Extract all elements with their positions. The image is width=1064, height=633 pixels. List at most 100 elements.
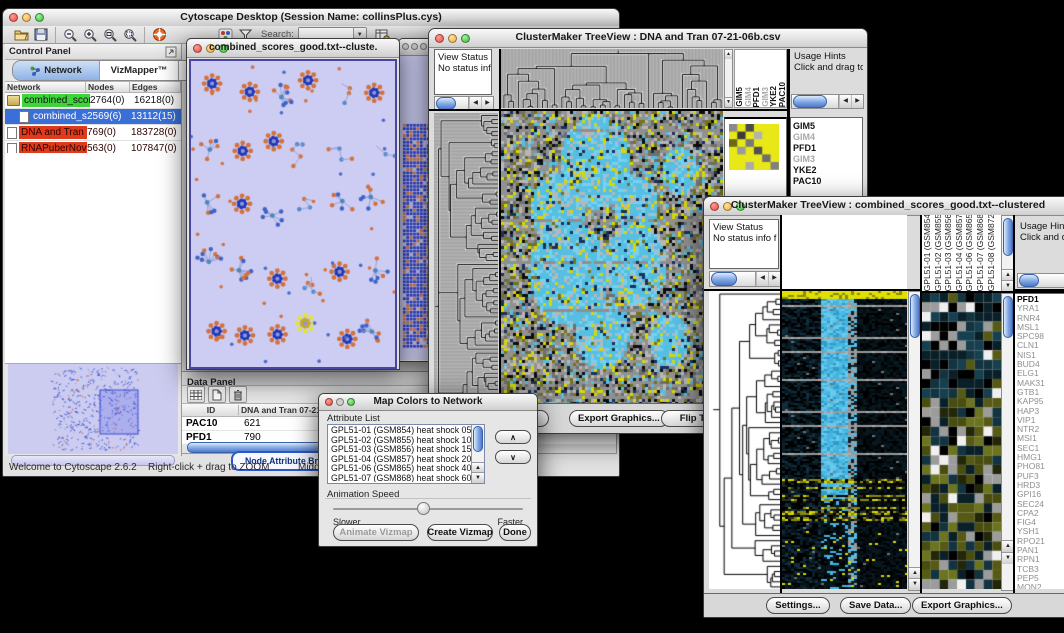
tv2-column-label[interactable]: GPL51-08 (GSM872) [986,215,997,291]
tv2-status-scrollbar[interactable]: ◀▶ [709,271,781,287]
scroll-left-icon[interactable]: ◀ [756,272,768,286]
col-edges[interactable]: Edges [129,82,180,92]
tv2-row-dendrogram[interactable] [709,291,780,589]
tv2-button-2[interactable]: Save Data... [840,597,911,614]
scroll-down-icon[interactable]: ▼ [472,472,484,483]
tv1-col-scrollbar[interactable]: ▲ ▼ [724,49,733,108]
attribute-list-item[interactable]: GPL51-04 (GSM857) heat shock 20 min [329,455,471,465]
move-down-button[interactable]: ∨ [495,450,531,464]
tv1-column-label[interactable]: GIM5 [735,87,744,107]
speed-slider-thumb[interactable] [417,502,430,515]
view-status-label: View Status [713,222,763,233]
network-row[interactable]: combined_sco2569(6)13112(15) [5,109,181,125]
tv1-row-label[interactable]: GIM5 [791,121,862,132]
tv2-zoom-heatmap[interactable] [922,293,1001,589]
tv2-column-label[interactable]: GPL51-04 (GSM857) [954,215,965,291]
attribute-list-scrollbar[interactable]: ▲ ▼ [471,425,484,483]
zoom-window-icon[interactable] [420,43,427,50]
tv2-usage-scrollbar[interactable] [1017,273,1064,288]
background-network-window[interactable] [398,38,432,362]
tv1-row-label[interactable]: PFD1 [791,143,862,154]
tv2-column-tree-area [782,215,907,291]
network-row[interactable]: DNA and Tran 07769(0)183728(0) [5,125,181,141]
create-vizmap-label: Create Vizmap [427,527,492,538]
close-icon[interactable] [9,13,18,22]
col-nodes[interactable]: Nodes [85,82,129,92]
tv1-heatmap[interactable] [501,111,723,403]
network-graph-canvas[interactable] [189,59,397,369]
tv2-column-label[interactable]: GPL51-01 (GSM854) [922,215,933,291]
tv1-column-dendrogram[interactable] [501,49,723,108]
tv2-heatmap[interactable] [782,291,907,589]
tv1-column-label[interactable]: GIM4 [744,87,753,107]
tv1-row-label[interactable]: YKE2 [791,165,862,176]
tab-network-label: Network [44,65,81,76]
col-network[interactable]: Network [5,82,85,92]
close-icon[interactable] [325,398,333,406]
attribute-list-item[interactable]: GPL51-07 (GSM868) heat shock 60 min [329,474,471,482]
attribute-list-item[interactable]: GPL51-06 (GSM865) heat shock 40 min [329,464,471,474]
open-file-button[interactable] [11,26,31,44]
tv1-column-label[interactable]: YKE2 [769,86,778,107]
close-icon[interactable] [193,44,202,53]
attribute-table-icon[interactable] [187,386,205,403]
tv2-column-label[interactable]: GPL51-02 (GSM855) [933,215,944,291]
view-status-text: No status info f [438,63,491,74]
tv2-button-1[interactable]: Settings... [766,597,830,614]
col-id[interactable]: ID [182,405,238,415]
zoom-selected-button[interactable] [120,26,140,44]
control-panel-title: Control Panel [9,46,71,57]
attribute-listbox[interactable]: GPL51-01 (GSM854) heat shock 05 minGPL51… [327,424,485,484]
scroll-right-icon[interactable]: ▶ [768,272,780,286]
usage-hints-label: Usage Hints [1020,221,1064,232]
tv2-column-label[interactable]: GPL51-06 (GSM865) [964,215,975,291]
tv1-row-label[interactable]: GIM4 [791,132,862,143]
tv1-usage-scrollbar[interactable]: ◀▶ [791,94,864,109]
scroll-up-icon[interactable]: ▲ [725,50,732,59]
scroll-left-icon[interactable]: ◀ [839,95,851,108]
scroll-down-icon[interactable]: ▼ [725,97,732,107]
background-network-canvas[interactable] [400,56,430,360]
tv2-column-label[interactable]: GPL51-07 (GSM868) [975,215,986,291]
tv1-column-label[interactable]: PFD1 [752,87,761,107]
tv1-button-2[interactable]: Export Graphics... [569,410,669,427]
tv2-column-label[interactable]: GPL51-03 (GSM856) [943,215,954,291]
move-up-button[interactable]: ∧ [495,430,531,444]
zoom-fit-button[interactable] [100,26,120,44]
tv1-row-label[interactable]: PAC10 [791,176,862,187]
network-view-title: combined_scores_good.txt--cluste... [209,42,377,53]
close-icon[interactable] [435,34,444,43]
network-overview-thumbnail[interactable] [8,364,178,454]
network-row[interactable]: combined_scores_2764(0)16218(0) [5,93,181,109]
close-icon[interactable] [402,43,409,50]
tv1-column-label[interactable]: PAC10 [778,82,787,107]
scroll-right-icon[interactable]: ▶ [851,95,863,108]
create-vizmap-button[interactable]: Create Vizmap [427,524,493,541]
zoom-in-button[interactable] [80,26,100,44]
treeview2-window: ClusterMaker TreeView : combined_scores_… [703,196,1064,618]
tv1-usage-hints: Usage HintsClick and drag to [791,49,863,93]
tv2-gene-label[interactable]: MON2 [1015,583,1064,589]
save-button[interactable] [31,26,51,44]
animate-vizmap-button[interactable]: Animate Vizmap [333,524,419,541]
done-button[interactable]: Done [499,524,531,541]
tv1-row-label[interactable]: GIM3 [791,154,862,165]
tab-vizmapper[interactable]: VizMapper™ [100,61,179,80]
attribute-list-item[interactable]: GPL51-01 (GSM854) heat shock 05 min [329,426,471,436]
attribute-list-item[interactable]: GPL51-02 (GSM855) heat shock 10 min [329,436,471,446]
tv1-summary-matrix[interactable] [729,124,779,170]
delete-trash-icon[interactable] [229,386,247,403]
tab-network[interactable]: Network [13,61,100,80]
new-attribute-icon[interactable] [208,386,226,403]
toolbar-separator [55,27,56,43]
tv1-row-dendrogram[interactable] [434,113,498,403]
close-icon[interactable] [710,202,719,211]
tab-vizmapper-label: VizMapper™ [111,65,168,76]
attribute-list-item[interactable]: GPL51-03 (GSM856) heat shock 15 min [329,445,471,455]
zoom-out-button[interactable] [60,26,80,44]
minimize-icon[interactable] [411,43,418,50]
tv2-button-3[interactable]: Export Graphics... [912,597,1012,614]
help-lifebuoy-icon[interactable] [149,26,169,44]
main-title-bar[interactable]: Cytoscape Desktop (Session Name: collins… [3,9,619,27]
toolbar-separator [144,27,145,43]
